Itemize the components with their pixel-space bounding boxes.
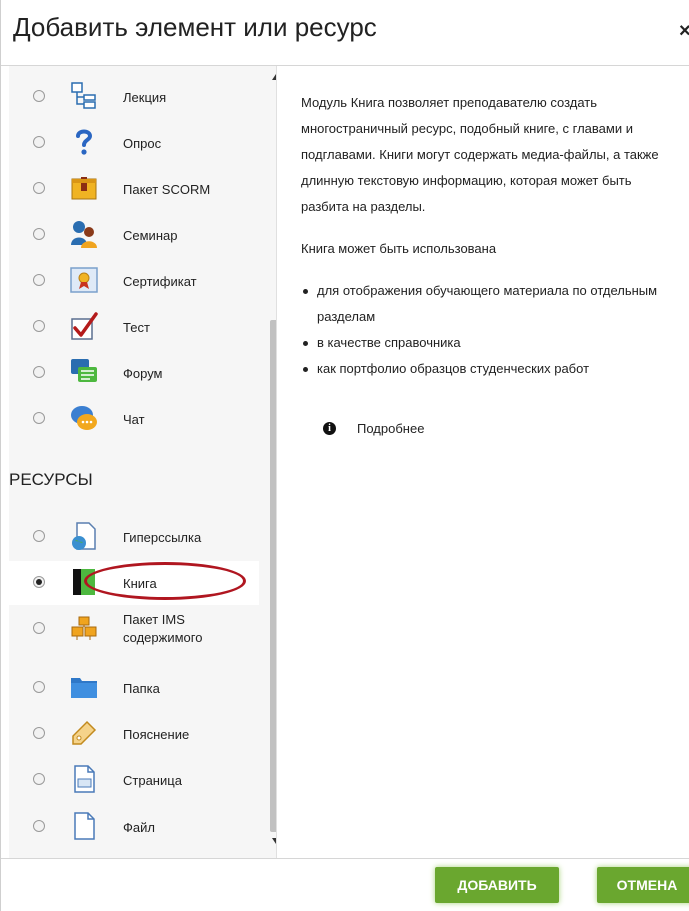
scroll-up-arrow-icon[interactable] [272,74,276,80]
dialog-footer: Добавить Отмена [1,858,689,911]
usage-item: для отображения обучающего материала по … [301,278,681,330]
scroll-thumb[interactable] [270,320,276,832]
option-label-resource[interactable]: Пояснение [9,712,259,756]
dialog-header: Добавить элемент или ресурс × [1,0,689,66]
option-label: Опрос [123,136,162,151]
option-scorm[interactable]: Пакет SCORM [9,167,259,211]
scroll-down-arrow-icon[interactable] [272,838,276,844]
lesson-icon [71,82,96,109]
radio-scorm[interactable] [33,182,45,194]
radio-folder[interactable] [33,681,45,693]
usage-item: в качестве справочника [301,330,681,356]
dialog-body: Лекция Опрос Пакет SCORM Семинар Сертифи… [1,66,689,858]
add-button[interactable]: Добавить [435,867,559,903]
option-label: Файл [123,820,155,835]
usage-item: как портфолио образцов студенческих рабо… [301,356,681,382]
option-quiz[interactable]: Тест [9,305,259,349]
quiz-checkmark-icon [71,312,98,340]
option-label: Папка [123,681,160,696]
module-chooser-list: Лекция Опрос Пакет SCORM Семинар Сертифи… [9,66,277,858]
radio-workshop[interactable] [33,228,45,240]
radio-file[interactable] [33,820,45,832]
option-label-line1: Пакет IMS [123,612,185,627]
option-label: Гиперссылка [123,530,202,545]
url-icon [72,522,96,550]
radio-url[interactable] [33,530,45,542]
option-label: Сертификат [123,274,197,289]
folder-icon [71,678,97,698]
add-activity-dialog: Добавить элемент или ресурс × Лекция Опр… [0,0,689,911]
dialog-title: Добавить элемент или ресурс [13,12,377,42]
close-icon[interactable]: × [679,20,689,43]
info-icon: i [323,422,336,435]
option-label: Лекция [123,90,167,105]
list-scrollbar[interactable] [267,66,276,858]
option-file[interactable]: Файл [9,805,259,849]
cancel-button[interactable]: Отмена [597,867,689,903]
option-ims-package[interactable]: Пакет IMS содержимого [9,607,259,651]
description-paragraph: Модуль Книга позволяет преподавателю соз… [301,95,659,214]
radio-forum[interactable] [33,366,45,378]
question-icon [76,129,93,155]
file-icon [74,812,95,840]
workshop-icon [71,221,97,248]
option-page[interactable]: Страница [9,758,259,802]
radio-ims-package[interactable] [33,622,45,634]
option-label: Тест [123,320,150,335]
radio-certificate[interactable] [33,274,45,286]
option-label: Семинар [123,228,178,243]
page-icon [74,765,95,793]
option-label-line2: содержимого [123,630,203,645]
option-label: Чат [123,412,145,427]
forum-icon [71,359,97,382]
chat-icon [71,406,97,430]
more-info-link[interactable]: Подробнее [357,421,424,436]
option-folder[interactable]: Папка [9,666,259,710]
certificate-icon [70,267,98,293]
scorm-package-icon [71,177,97,200]
usage-list: для отображения обучающего материала по … [301,278,681,382]
resources-heading: РЕСУРСЫ [9,470,93,489]
option-label: Страница [123,773,182,788]
option-certificate[interactable]: Сертификат [9,259,259,303]
option-workshop[interactable]: Семинар [9,213,259,257]
label-tag-icon [72,720,97,745]
option-label: Форум [123,366,163,381]
radio-lesson[interactable] [33,90,45,102]
module-description: Модуль Книга позволяет преподавателю соз… [301,90,681,382]
option-question[interactable]: Опрос [9,121,259,165]
option-lesson[interactable]: Лекция [9,75,259,119]
radio-page[interactable] [33,773,45,785]
radio-book[interactable] [33,576,45,588]
highlight-ellipse [84,562,246,600]
description-paragraph: Книга может быть использована [301,241,497,256]
option-chat[interactable]: Чат [9,397,259,441]
option-url[interactable]: Гиперссылка [9,515,259,559]
option-label: Пояснение [123,727,190,742]
radio-chat[interactable] [33,412,45,424]
radio-quiz[interactable] [33,320,45,332]
option-label: Пакет SCORM [123,182,211,197]
option-forum[interactable]: Форум [9,351,259,395]
radio-label-resource[interactable] [33,727,45,739]
radio-question[interactable] [33,136,45,148]
ims-package-icon [71,616,97,640]
